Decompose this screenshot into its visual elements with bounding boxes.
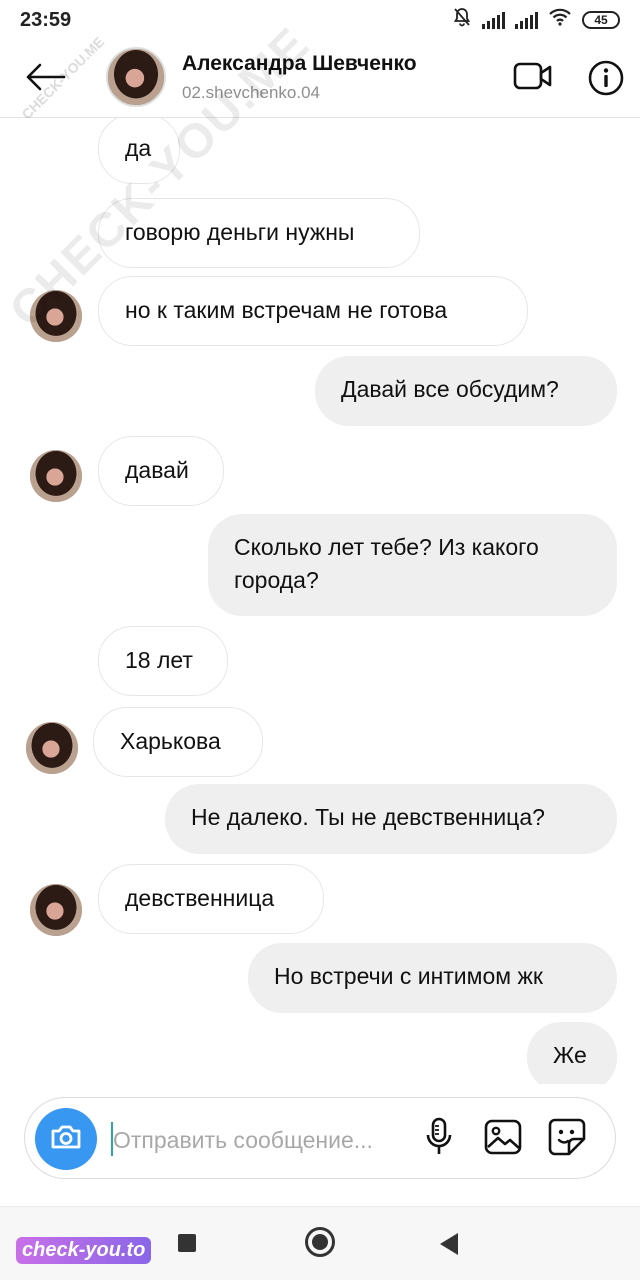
back-button[interactable] xyxy=(22,56,68,102)
info-icon xyxy=(587,59,625,102)
sticker-button[interactable] xyxy=(547,1118,587,1160)
contact-name[interactable]: Александра Шевченко xyxy=(182,52,417,76)
microphone-icon xyxy=(424,1117,454,1162)
watermark-bottom: check-you.to xyxy=(16,1237,152,1264)
video-call-icon xyxy=(513,61,553,96)
sticker-icon xyxy=(547,1117,587,1162)
contact-username: 02.shevchenko.04 xyxy=(182,83,320,102)
camera-button[interactable] xyxy=(35,1108,97,1170)
avatar[interactable] xyxy=(30,450,82,502)
message-composer xyxy=(24,1097,616,1179)
status-icons: 45 xyxy=(452,7,620,33)
message-bubble-incoming[interactable]: Харькова xyxy=(93,707,263,777)
message-bubble-outgoing[interactable]: Не далеко. Ты не девственница? xyxy=(165,784,617,854)
battery-icon: 45 xyxy=(582,11,620,29)
message-bubble-outgoing[interactable]: Сколько лет тебе? Из какого города? xyxy=(208,514,617,616)
avatar[interactable] xyxy=(30,290,82,342)
back-triangle-icon[interactable] xyxy=(440,1233,458,1255)
wifi-icon xyxy=(548,8,572,32)
microphone-button[interactable] xyxy=(421,1117,457,1162)
info-button[interactable] xyxy=(584,58,628,102)
message-bubble-outgoing[interactable]: Же xyxy=(527,1022,617,1084)
avatar[interactable] xyxy=(106,47,166,107)
message-bubble-outgoing[interactable]: Но встречи с интимом жк xyxy=(248,943,617,1013)
recents-square-icon[interactable] xyxy=(178,1234,196,1252)
message-bubble-incoming[interactable]: 18 лет xyxy=(98,626,228,696)
signal-icon xyxy=(482,11,505,29)
signal-icon xyxy=(515,11,538,29)
message-bubble-outgoing[interactable]: Давай все обсудим? xyxy=(315,356,617,426)
gallery-icon xyxy=(484,1119,522,1160)
status-bar: 23:59 45 xyxy=(0,0,640,40)
video-call-button[interactable] xyxy=(510,58,556,98)
message-bubble-incoming[interactable]: да xyxy=(98,118,180,184)
avatar[interactable] xyxy=(30,884,82,936)
bell-off-icon xyxy=(452,7,472,33)
status-time: 23:59 xyxy=(20,8,72,31)
message-input[interactable] xyxy=(111,1118,415,1162)
back-arrow-icon xyxy=(24,62,66,97)
message-bubble-incoming[interactable]: говорю деньги нужны xyxy=(98,198,420,268)
avatar[interactable] xyxy=(26,722,78,774)
message-bubble-incoming[interactable]: девственница xyxy=(98,864,324,934)
chat-header: Александра Шевченко 02.shevchenko.04 xyxy=(0,40,640,118)
home-circle-icon[interactable] xyxy=(305,1227,335,1257)
gallery-button[interactable] xyxy=(483,1118,523,1160)
message-list[interactable]: да говорю деньги нужны но к таким встреч… xyxy=(0,118,640,1084)
camera-icon xyxy=(49,1123,83,1156)
direct-chat-screen: 23:59 45 Александра Шевченко 02.shevchen… xyxy=(0,0,640,1280)
battery-level: 45 xyxy=(594,13,608,27)
message-bubble-incoming[interactable]: давай xyxy=(98,436,224,506)
message-bubble-incoming[interactable]: но к таким встречам не готова xyxy=(98,276,528,346)
